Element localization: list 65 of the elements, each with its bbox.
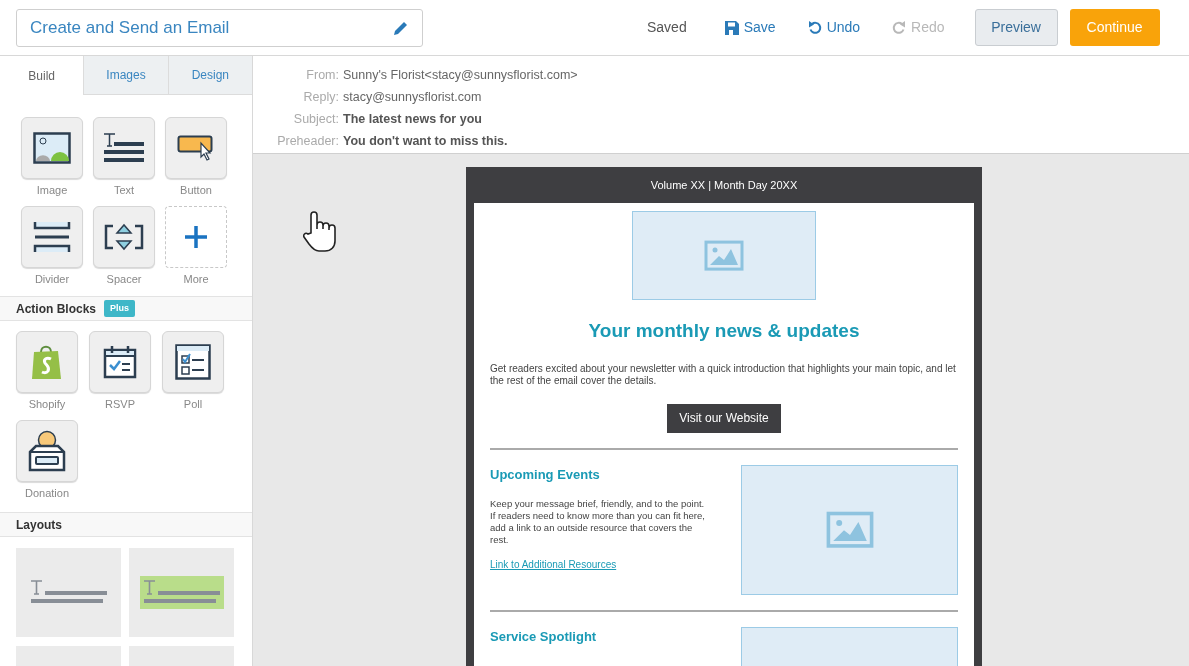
block-label: Donation bbox=[24, 485, 69, 501]
section-title: Action Blocks bbox=[16, 300, 96, 318]
title-field[interactable]: Create and Send an Email bbox=[16, 8, 423, 47]
block-tile[interactable] bbox=[165, 117, 227, 179]
text-layout-icon bbox=[139, 576, 224, 609]
undo-icon bbox=[807, 20, 822, 35]
button-cursor-icon bbox=[177, 135, 215, 161]
block-tile[interactable] bbox=[16, 331, 78, 393]
block-label: RSVP bbox=[105, 397, 135, 412]
text-lines-icon bbox=[103, 132, 145, 164]
header-label: Subject: bbox=[292, 110, 339, 128]
section-heading: Service Spotlight bbox=[490, 627, 598, 646]
header-value: You don't want to miss this. bbox=[343, 132, 508, 150]
resources-link[interactable]: Link to Additional Resources bbox=[490, 557, 712, 572]
block-label: More bbox=[183, 271, 209, 287]
layout-tile[interactable] bbox=[129, 548, 234, 637]
block-tile[interactable] bbox=[89, 331, 151, 393]
redo-icon bbox=[892, 20, 907, 35]
undo-button[interactable]: Undo bbox=[807, 17, 861, 38]
coin-box-icon bbox=[28, 429, 66, 472]
block-label: Poll bbox=[183, 397, 203, 412]
sidebar-tab[interactable]: Design bbox=[167, 56, 252, 95]
layout-tile[interactable] bbox=[16, 548, 121, 637]
banner-text: Volume XX | Month Day 20XX bbox=[649, 177, 799, 193]
header-value: stacy@sunnysflorist.com bbox=[343, 88, 482, 106]
section-heading: Upcoming Events bbox=[490, 465, 601, 484]
shopping-bag-icon bbox=[31, 343, 63, 381]
continue-button[interactable]: Continue bbox=[1069, 9, 1160, 46]
hand-cursor-icon bbox=[303, 211, 339, 253]
block-tile[interactable] bbox=[16, 419, 78, 482]
block-tile[interactable] bbox=[93, 117, 155, 179]
save-button[interactable]: Save bbox=[724, 17, 776, 38]
block-label: Divider bbox=[34, 271, 70, 287]
header-label: Preheader: bbox=[276, 132, 339, 150]
header-label: From: bbox=[305, 66, 339, 84]
pencil-icon[interactable] bbox=[393, 19, 409, 36]
plus-icon bbox=[184, 224, 208, 249]
section-title: Layouts bbox=[16, 516, 62, 534]
divider-lines-icon bbox=[33, 220, 71, 253]
preview-button[interactable]: Preview bbox=[974, 9, 1058, 46]
header-value: The latest news for you bbox=[343, 110, 482, 128]
block-label: Shopify bbox=[28, 397, 66, 412]
picture-frame-icon bbox=[33, 132, 71, 164]
plus-badge: Plus bbox=[104, 299, 136, 318]
block-label: Image bbox=[36, 183, 68, 198]
block-tile[interactable] bbox=[21, 205, 83, 268]
block-tile[interactable] bbox=[21, 117, 83, 179]
image-placeholder-icon bbox=[704, 239, 744, 272]
calendar-check-icon bbox=[103, 345, 137, 379]
header-value: Sunny's Florist<stacy@sunnysflorist.com> bbox=[343, 66, 578, 84]
more-blocks-tile[interactable] bbox=[165, 205, 227, 268]
visit-website-button[interactable]: Visit our Website bbox=[667, 403, 781, 433]
checklist-icon bbox=[175, 344, 211, 380]
saved-status: Saved bbox=[647, 18, 687, 37]
sidebar-tab[interactable]: Images bbox=[83, 56, 168, 95]
block-label: Spacer bbox=[106, 271, 142, 287]
header-label: Reply: bbox=[302, 88, 339, 106]
block-tile[interactable] bbox=[162, 331, 224, 393]
block-tile[interactable] bbox=[93, 205, 155, 268]
section-paragraph: Keep your message brief, friendly, and to the point. If readers need to know more than you can fit here, add a link to an outside resource that covers the rest. bbox=[490, 498, 706, 546]
intro-paragraph: Get readers excited about your newsletter with a quick introduction that highlights your main topic, and let the rest of the email cover the details. bbox=[490, 362, 957, 387]
email-headline: Your monthly news & updates bbox=[587, 319, 861, 343]
block-label: Button bbox=[180, 183, 212, 198]
image-placeholder-icon bbox=[825, 510, 874, 549]
block-label: Text bbox=[113, 183, 135, 198]
